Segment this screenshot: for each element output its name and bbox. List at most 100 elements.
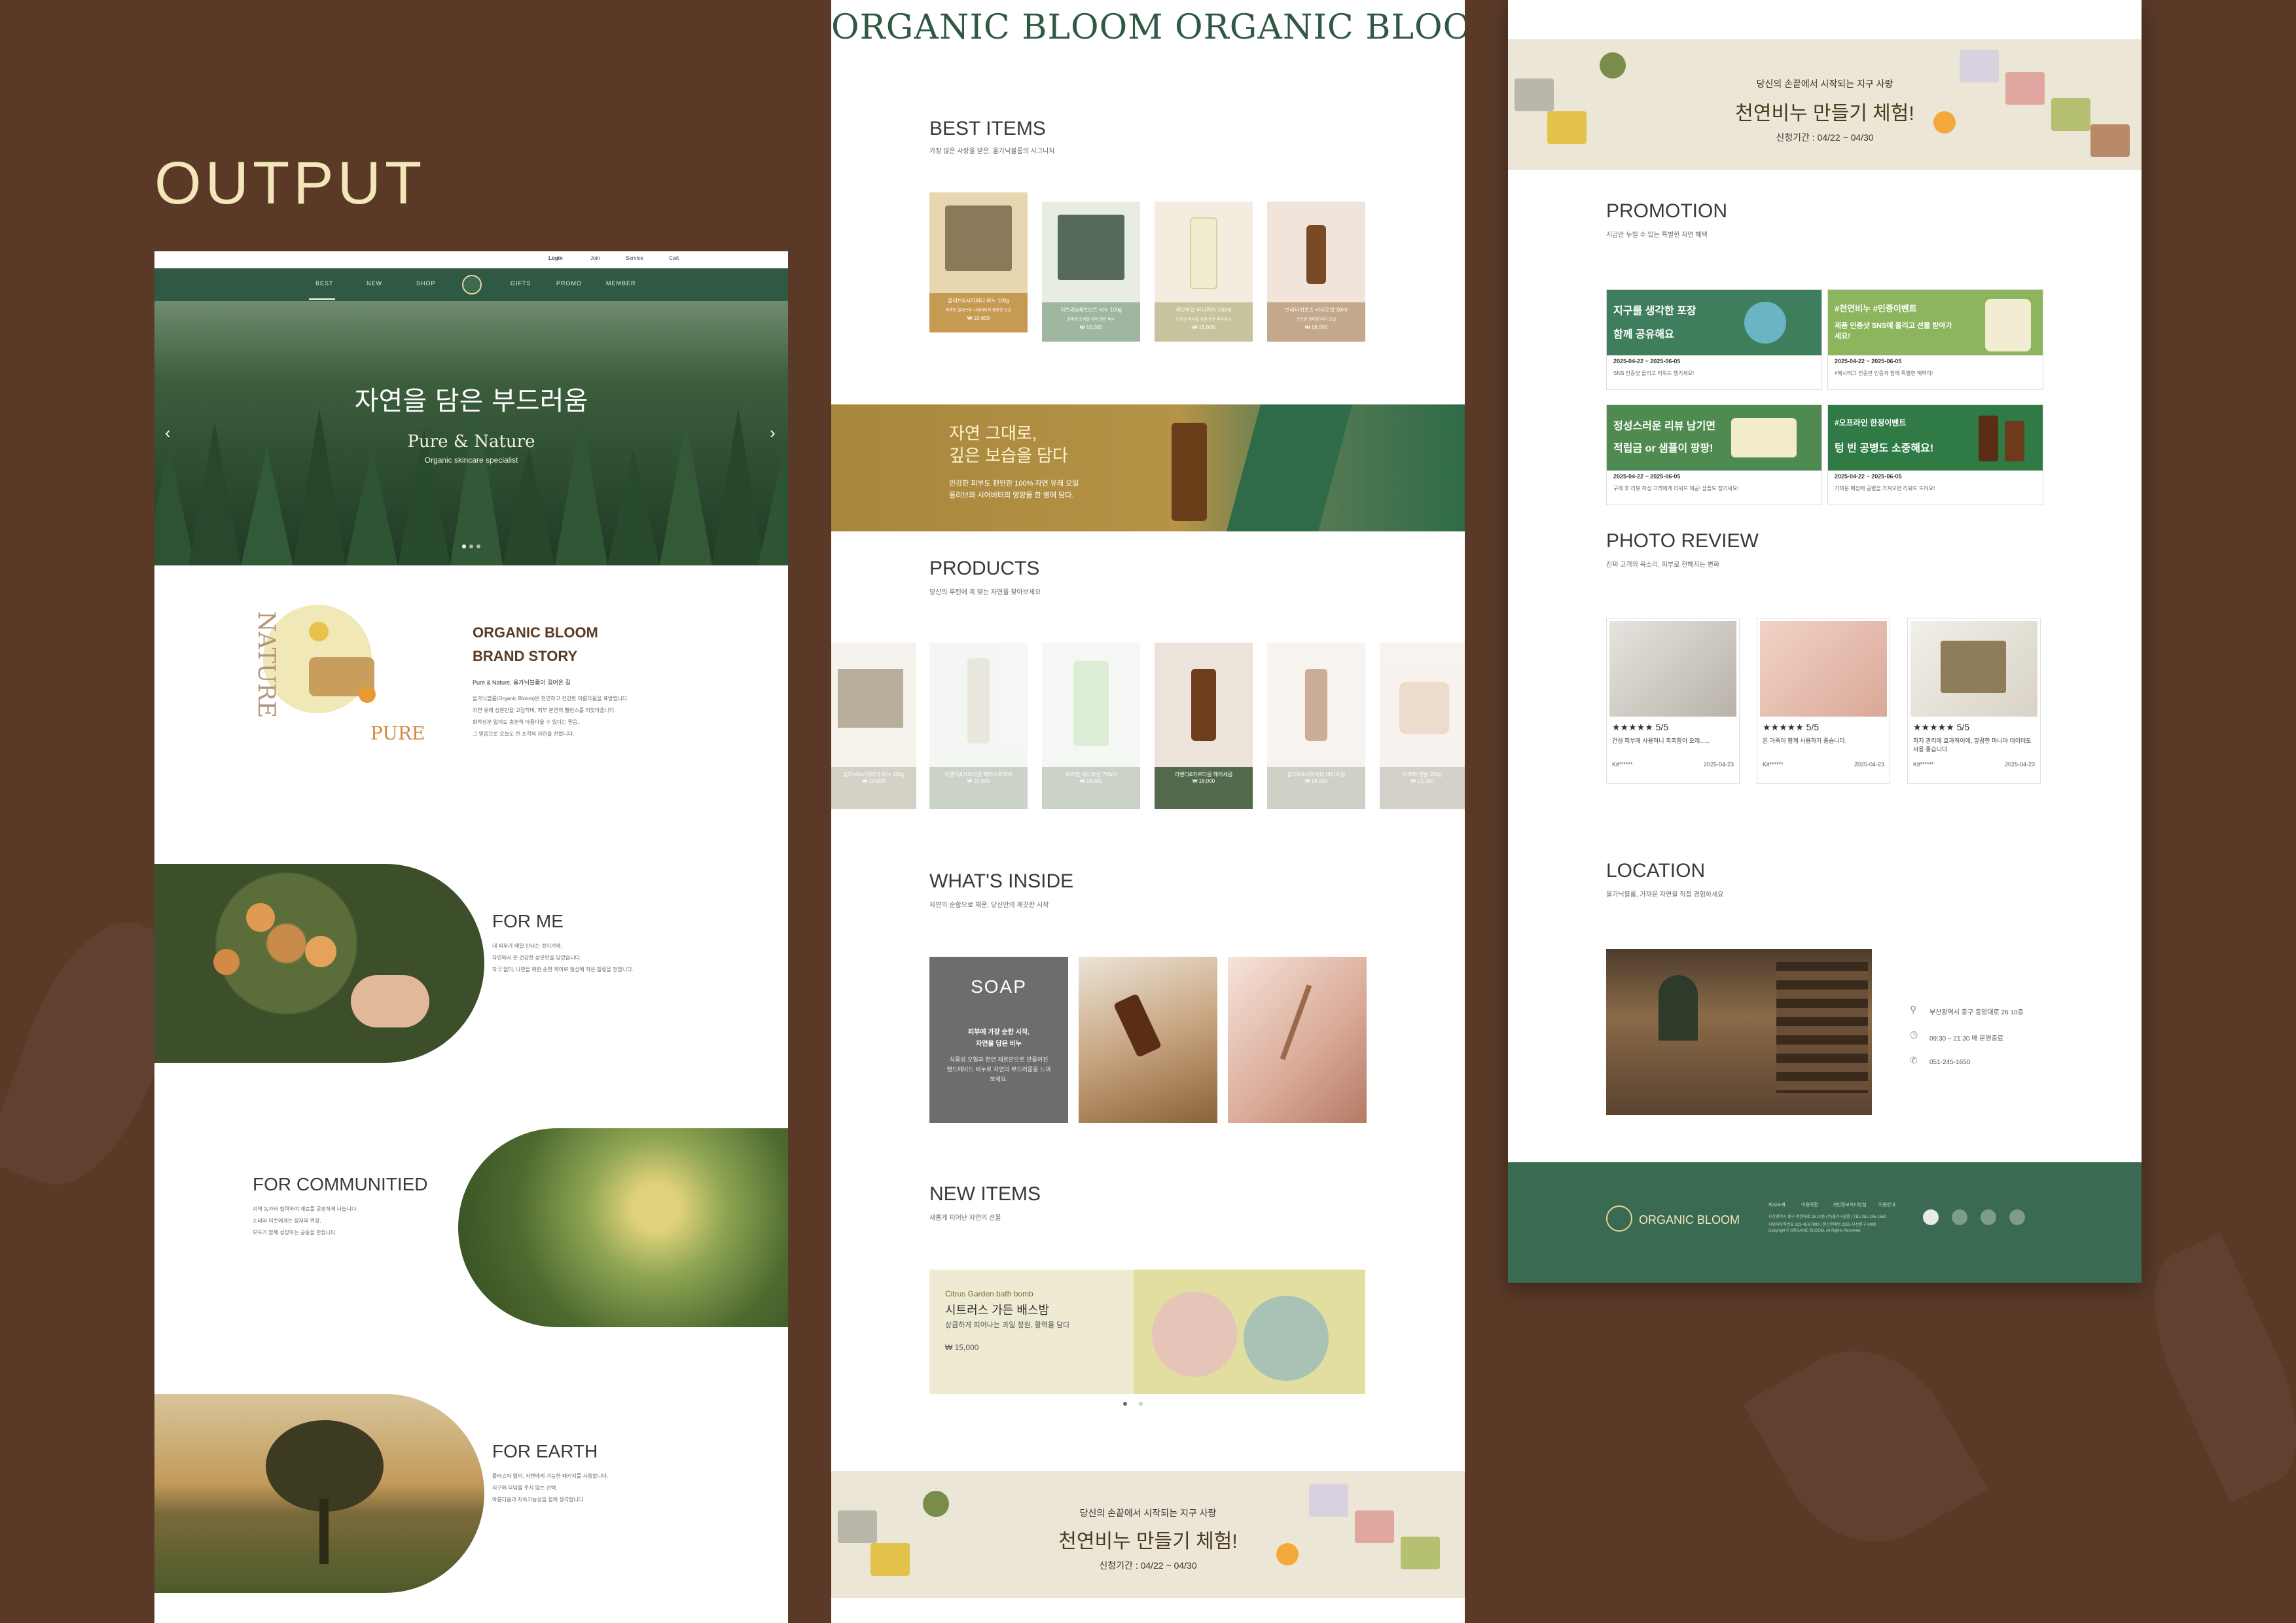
new-slider-dot[interactable] (1123, 1402, 1127, 1406)
slider-dot[interactable] (462, 544, 466, 548)
workshop-top: 당신의 손끝에서 시작되는 지구 사랑 (1079, 1508, 1217, 1518)
oil-banner[interactable]: 자연 그대로, 깊은 보습을 담다 민감한 피부도 편안한 100% 자연 유래… (831, 404, 1465, 531)
best-item-card[interactable]: 올리브&시어버터 비누 100g 촉촉한 올리브와 시어버터의 풍부한 보습 ₩ 1… (929, 192, 1028, 332)
promo-date: 2025-04-22 ~ 2025-06-05 (1835, 473, 1902, 480)
promotion-title: PROMOTION (1606, 200, 1727, 222)
review-text: 건성 피부에 사용하니 촉촉함이 오래...... (1612, 738, 1710, 744)
brand-title-2: BRAND STORY (473, 648, 578, 664)
promo-card[interactable]: 정성스러운 리뷰 남기면 적립금 or 샘플이 팡팡! 2025-04-22 ~… (1606, 404, 1822, 505)
nav-gifts[interactable]: GIFTS (511, 280, 531, 287)
review-card[interactable]: ★★★★★ 5/5 건성 피부에 사용하니 촉촉함이 오래...... Kit*… (1606, 618, 1740, 784)
footer-logo-icon[interactable] (1606, 1205, 1632, 1232)
instagram-icon[interactable] (1981, 1209, 1996, 1225)
promo-title: #천연비누 #인증이벤트 (1835, 304, 1917, 313)
promo-card[interactable]: #천연비누 #인증이벤트 제품 인증샷 SNS에 올리고 선물 받아가세요! 2… (1827, 289, 2043, 390)
next-arrow-icon[interactable]: › (770, 423, 776, 443)
new-item-price: ₩ 15,000 (945, 1343, 979, 1352)
review-user: Kit****** (1763, 761, 1784, 768)
review-card[interactable]: ★★★★★ 5/5 피지 관리에 효과적이에, 깔끔한 마니아 데이테도 사용 … (1907, 618, 2041, 784)
slider-dot[interactable] (469, 544, 473, 548)
store-address: 부산광역시 중구 중앙대로 26 10층 (1929, 1009, 2024, 1016)
promo-desc: 구매 후 리뷰 작성 고객에게 리워드 제공! 샘플도 챙기세요! (1613, 486, 1739, 491)
for-me-body: 내 피부가 매일 만나는 것이기에, (492, 943, 562, 949)
facebook-icon[interactable] (2009, 1209, 2025, 1225)
best-item-sub: 은은한 장미향 바디 오일 (1296, 318, 1336, 322)
best-item-price: ₩ 15,000 (1192, 325, 1215, 330)
soap-head2: 자연을 담은 비누 (976, 1041, 1022, 1048)
workshop-period: 신청기간 : 04/22 ~ 04/30 (1776, 132, 1874, 143)
prev-arrow-icon[interactable]: ‹ (165, 423, 171, 443)
for-me-body: 자극 없이, 나만을 위한 순한 케어로 일상에 작은 힐링을 전합니다. (492, 967, 634, 972)
footer-info: 사업자등록번호 123-45-67890 | 통신판매업 2025-부산중구-0… (1768, 1223, 1876, 1227)
promo-desc: #해시태그 인증만 인증과 함께 특별한 혜택이! (1835, 370, 1933, 376)
brand-logo-icon[interactable] (462, 275, 482, 294)
best-title: BEST ITEMS (929, 118, 1046, 139)
best-item-price: ₩ 18,000 (1304, 325, 1328, 330)
product-name: 라벤더&카모마일 헤어스프레이 (944, 772, 1013, 777)
best-item-card[interactable]: 캐모마일 바디워시 750ml 민감한 피부를 위한 순한 바디워시 ₩ 15,00… (1155, 202, 1253, 342)
slider-dot[interactable] (476, 544, 480, 548)
product-name: 라벤더&카르다몸 헤어세럼 (1174, 772, 1233, 777)
footer-link[interactable]: 이용약관 (1801, 1202, 1818, 1208)
soap-workshop-banner[interactable]: 당신의 손끝에서 시작되는 지구 사랑 천연비누 만들기 체험! 신청기간 : … (831, 1471, 1465, 1598)
product-price: ₩ 16,000 (1079, 778, 1103, 784)
best-item-sub: 민감한 피부를 위한 순한 바디워시 (1176, 318, 1231, 322)
for-community-image (458, 1128, 788, 1327)
store-photo (1606, 949, 1872, 1115)
soap-info-card[interactable]: SOAP 피부에 가장 순한 시작, 자연을 담은 비누 식물성 오일과 천연 … (929, 957, 1068, 1123)
footer-link[interactable]: 이용안내 (1878, 1202, 1895, 1208)
x-icon[interactable] (1952, 1209, 1967, 1225)
soap-workshop-banner[interactable]: 당신의 손끝에서 시작되는 지구 사랑 천연비누 만들기 체험! 신청기간 : … (1508, 39, 2142, 170)
soap-head: 피부에 가장 순한 시작, (968, 1029, 1030, 1036)
footer-link[interactable]: 개인정보처리방침 (1833, 1202, 1867, 1208)
login-link[interactable]: Login (548, 255, 563, 261)
product-card[interactable]: 올리브&시어버터 비누 100g ₩ 10,000 (831, 643, 916, 809)
review-text: 온 가족이 함께 사용하기 좋습니다. (1763, 738, 1847, 744)
nav-best[interactable]: BEST (315, 280, 334, 287)
brand-script-word: PURE (370, 722, 425, 744)
product-card[interactable]: 로즈힙 바디로션 750ml ₩ 16,000 (1042, 643, 1140, 809)
product-card[interactable]: 라벤더&카모마일 헤어스프레이 ₩ 15,000 (929, 643, 1028, 809)
product-card[interactable]: 아로마 캔들 200g ₩ 22,000 (1380, 643, 1465, 809)
soap-body: 식물성 오일과 천연 재료만으로 만들어진 핸드메이드 비누로 자연의 부드러움… (946, 1056, 1051, 1082)
inside-title: WHAT'S INSIDE (929, 870, 1074, 892)
footer-link[interactable]: 회사소개 (1768, 1202, 1785, 1208)
product-price: ₩ 10,000 (862, 778, 886, 784)
map-pin-icon: ⚲ (1910, 1004, 1917, 1014)
promo-desc: 가까운 매장에 공병을 가져오면 리워드 드려요! (1835, 486, 1935, 491)
promo-card[interactable]: #오프라인 한정이벤트 텅 빈 공병도 소중해요! 2025-04-22 ~ 2… (1827, 404, 2043, 505)
new-item-card[interactable]: Citrus Garden bath bomb 시트러스 가든 배스밤 상큼하게… (929, 1270, 1365, 1394)
join-link[interactable]: Join (590, 255, 600, 261)
new-slider-dot[interactable] (1139, 1402, 1143, 1406)
best-item-name: 캐모마일 바디워시 750ml (1175, 307, 1232, 313)
promo-card[interactable]: 지구를 생각한 포장 함께 공유해요 2025-04-22 ~ 2025-06-… (1606, 289, 1822, 390)
promo-title: 적립금 or 샘플이 팡팡! (1613, 443, 1713, 454)
review-text: 피지 관리에 효과적이에, 깔끔한 마니아 데이테도 사용 좋습니다. (1913, 738, 2032, 753)
nav-new[interactable]: NEW (367, 280, 382, 287)
cart-link[interactable]: Cart (669, 255, 679, 261)
product-card[interactable]: 라벤더&카르다몸 헤어세럼 ₩ 18,000 (1155, 643, 1253, 809)
serum-dropper-image[interactable] (1228, 957, 1367, 1123)
products-title: PRODUCTS (929, 558, 1040, 579)
brand-body: 올가닉블룸(Organic Bloom)은 천연하고 건강한 아름다움을 표방합… (473, 696, 629, 702)
location-title: LOCATION (1606, 860, 1706, 882)
nav-member[interactable]: MEMBER (606, 280, 636, 287)
product-card[interactable]: 올리브&시어버터 바디오일 ₩ 18,000 (1267, 643, 1365, 809)
nav-promo[interactable]: PROMO (556, 280, 582, 287)
promotion-subtitle: 지금만 누릴 수 있는 특별한 자연 혜택 (1606, 232, 1708, 239)
nav-shop[interactable]: SHOP (416, 280, 436, 287)
hair-mist-image[interactable] (1079, 957, 1217, 1123)
youtube-icon[interactable] (1923, 1209, 1939, 1225)
product-price: ₩ 15,000 (967, 778, 990, 784)
phone-icon: ✆ (1910, 1055, 1918, 1065)
footer-brand: ORGANIC BLOOM (1639, 1213, 1740, 1226)
best-item-card[interactable]: 지트리&베르민트 비누 100g 상쾌한 트러블 케어 천연 비누 ₩ 10,000 (1042, 202, 1140, 342)
promo-desc: SNS 인증샷 올리고 리워드 챙기세요! (1613, 370, 1695, 376)
service-link[interactable]: Service (626, 255, 643, 261)
best-item-price: ₩ 10,000 (1079, 325, 1103, 330)
review-card[interactable]: ★★★★★ 5/5 온 가족이 함께 사용하기 좋습니다. Kit****** … (1757, 618, 1890, 784)
best-item-card[interactable]: 브리티쉬로즈 바디오일 30ml 은은한 장미향 바디 오일 ₩ 18,000 (1267, 202, 1365, 342)
store-phone: 051-245-1650 (1929, 1059, 1971, 1066)
for-me-image (154, 864, 484, 1063)
for-me-title: FOR ME (492, 911, 564, 931)
